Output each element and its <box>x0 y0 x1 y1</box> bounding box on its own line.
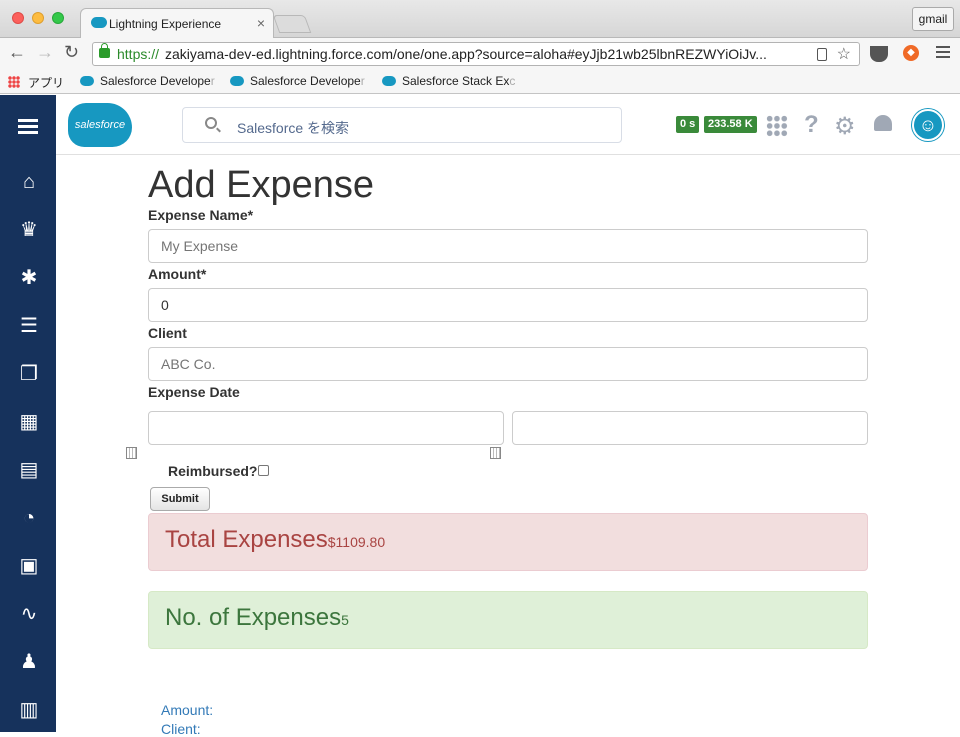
url-scheme: https:// <box>117 46 160 62</box>
bookmark-salesforce-developer-1[interactable]: Salesforce Developer <box>80 74 215 88</box>
browser-tab[interactable]: Lightning Experience × <box>80 8 274 39</box>
url-text: zakiyama-dev-ed.lightning.force.com/one/… <box>165 46 767 62</box>
expense-name-input[interactable] <box>148 229 868 263</box>
lock-icon <box>99 43 110 58</box>
page-action-icon[interactable] <box>817 48 827 61</box>
list-amount-label: Amount: <box>161 702 214 718</box>
minimize-window-button[interactable] <box>32 12 44 24</box>
search-icon <box>205 117 217 129</box>
expense-date-input[interactable] <box>148 411 504 445</box>
back-arrow-icon[interactable]: ← <box>8 42 26 63</box>
browser-toolbar: ← → ↻ https:// zakiyama-dev-ed.lightning… <box>0 38 960 70</box>
files-icon[interactable]: ❐ <box>18 363 40 385</box>
close-window-button[interactable] <box>12 12 24 24</box>
bookmark-salesforce-developer-2[interactable]: Salesforce Developer <box>230 74 365 88</box>
avatar[interactable]: ☺ <box>912 109 944 141</box>
client-input[interactable] <box>148 347 868 381</box>
time-badge: 0 s <box>676 116 700 133</box>
salesforce-cloud-icon <box>80 76 94 86</box>
gear-icon[interactable]: ⚙ <box>834 112 856 141</box>
submit-button[interactable]: Submit <box>150 487 210 511</box>
app-launcher-icon[interactable] <box>766 115 788 137</box>
total-expenses-title: Total Expenses <box>165 526 328 553</box>
crown-icon[interactable]: ♛ <box>18 219 40 241</box>
bookmarks-bar: アプリ Salesforce Developer Salesforce Deve… <box>0 70 960 94</box>
tab-close-icon[interactable]: × <box>257 15 265 31</box>
reimbursed-label: Reimbursed? <box>168 463 258 479</box>
group-icon[interactable]: ♟ <box>18 651 40 673</box>
size-badge: 233.58 K <box>704 116 757 133</box>
help-icon[interactable]: ? <box>804 111 819 139</box>
profile-button[interactable]: gmail <box>912 7 954 31</box>
bookmark-star-icon[interactable]: ☆ <box>837 44 851 64</box>
gauge-icon[interactable]: ◔ <box>18 507 40 529</box>
amount-label: Amount* <box>148 266 207 282</box>
building-icon[interactable]: ▦ <box>18 411 40 433</box>
zoom-window-button[interactable] <box>52 12 64 24</box>
person-icon[interactable]: ✱ <box>18 267 40 289</box>
total-expenses-panel: Total Expenses$1109.80 <box>148 513 868 571</box>
list-client-label: Client: <box>161 721 201 737</box>
calendar-icon[interactable]: ▥ <box>18 699 40 721</box>
app-header: salesforce Salesforce を検索 0 s 233.58 K ?… <box>56 95 960 155</box>
expense-date-label: Expense Date <box>148 384 240 400</box>
bookmark-apps[interactable]: アプリ <box>28 74 64 91</box>
page-title: Add Expense <box>148 164 375 206</box>
extension-icon[interactable]: ◆ <box>903 45 919 61</box>
pocket-icon[interactable] <box>870 46 888 62</box>
tab-title: Lightning Experience <box>109 17 222 31</box>
bookmark-salesforce-stack-exchange[interactable]: Salesforce Stack Exc <box>382 74 515 88</box>
calendar-icon[interactable] <box>126 447 137 459</box>
reload-icon[interactable]: ↻ <box>64 42 79 63</box>
expense-count-title: No. of Expenses <box>165 604 342 631</box>
app-sidebar: ⌂ ♛ ✱ ☰ ❐ ▦ ▤ ◔ ▣ ∿ ♟ ▥ <box>0 95 56 732</box>
global-search-input[interactable]: Salesforce を検索 <box>182 107 622 143</box>
reimbursed-checkbox[interactable] <box>258 465 269 476</box>
forward-arrow-icon[interactable]: → <box>36 42 54 63</box>
stack-exchange-icon <box>382 76 396 86</box>
home-icon[interactable]: ⌂ <box>18 171 40 193</box>
salesforce-logo[interactable]: salesforce <box>68 103 132 147</box>
calendar-icon[interactable] <box>490 447 501 459</box>
clipboard-icon[interactable]: ▣ <box>18 555 40 577</box>
tasks-icon[interactable]: ☰ <box>18 315 40 337</box>
browser-menu-icon[interactable] <box>936 46 950 60</box>
bell-icon[interactable] <box>874 115 892 131</box>
contact-card-icon[interactable]: ▤ <box>18 459 40 481</box>
expense-count-panel: No. of Expenses5 <box>148 591 868 649</box>
salesforce-cloud-icon <box>91 17 107 28</box>
apps-grid-icon[interactable] <box>8 76 20 88</box>
search-placeholder: Salesforce を検索 <box>237 120 350 136</box>
client-label: Client <box>148 325 187 341</box>
pulse-icon[interactable]: ∿ <box>18 603 40 625</box>
browser-titlebar: Lightning Experience × gmail <box>0 0 960 39</box>
amount-input[interactable] <box>148 288 868 322</box>
total-expenses-value: $1109.80 <box>327 534 386 550</box>
expense-name-label: Expense Name* <box>148 207 254 223</box>
expense-time-input[interactable] <box>512 411 868 445</box>
address-bar[interactable]: https:// zakiyama-dev-ed.lightning.force… <box>92 42 860 66</box>
salesforce-cloud-icon <box>230 76 244 86</box>
new-tab-button[interactable] <box>272 15 312 33</box>
expense-count-value: 5 <box>341 612 349 628</box>
hamburger-icon[interactable] <box>18 116 40 138</box>
